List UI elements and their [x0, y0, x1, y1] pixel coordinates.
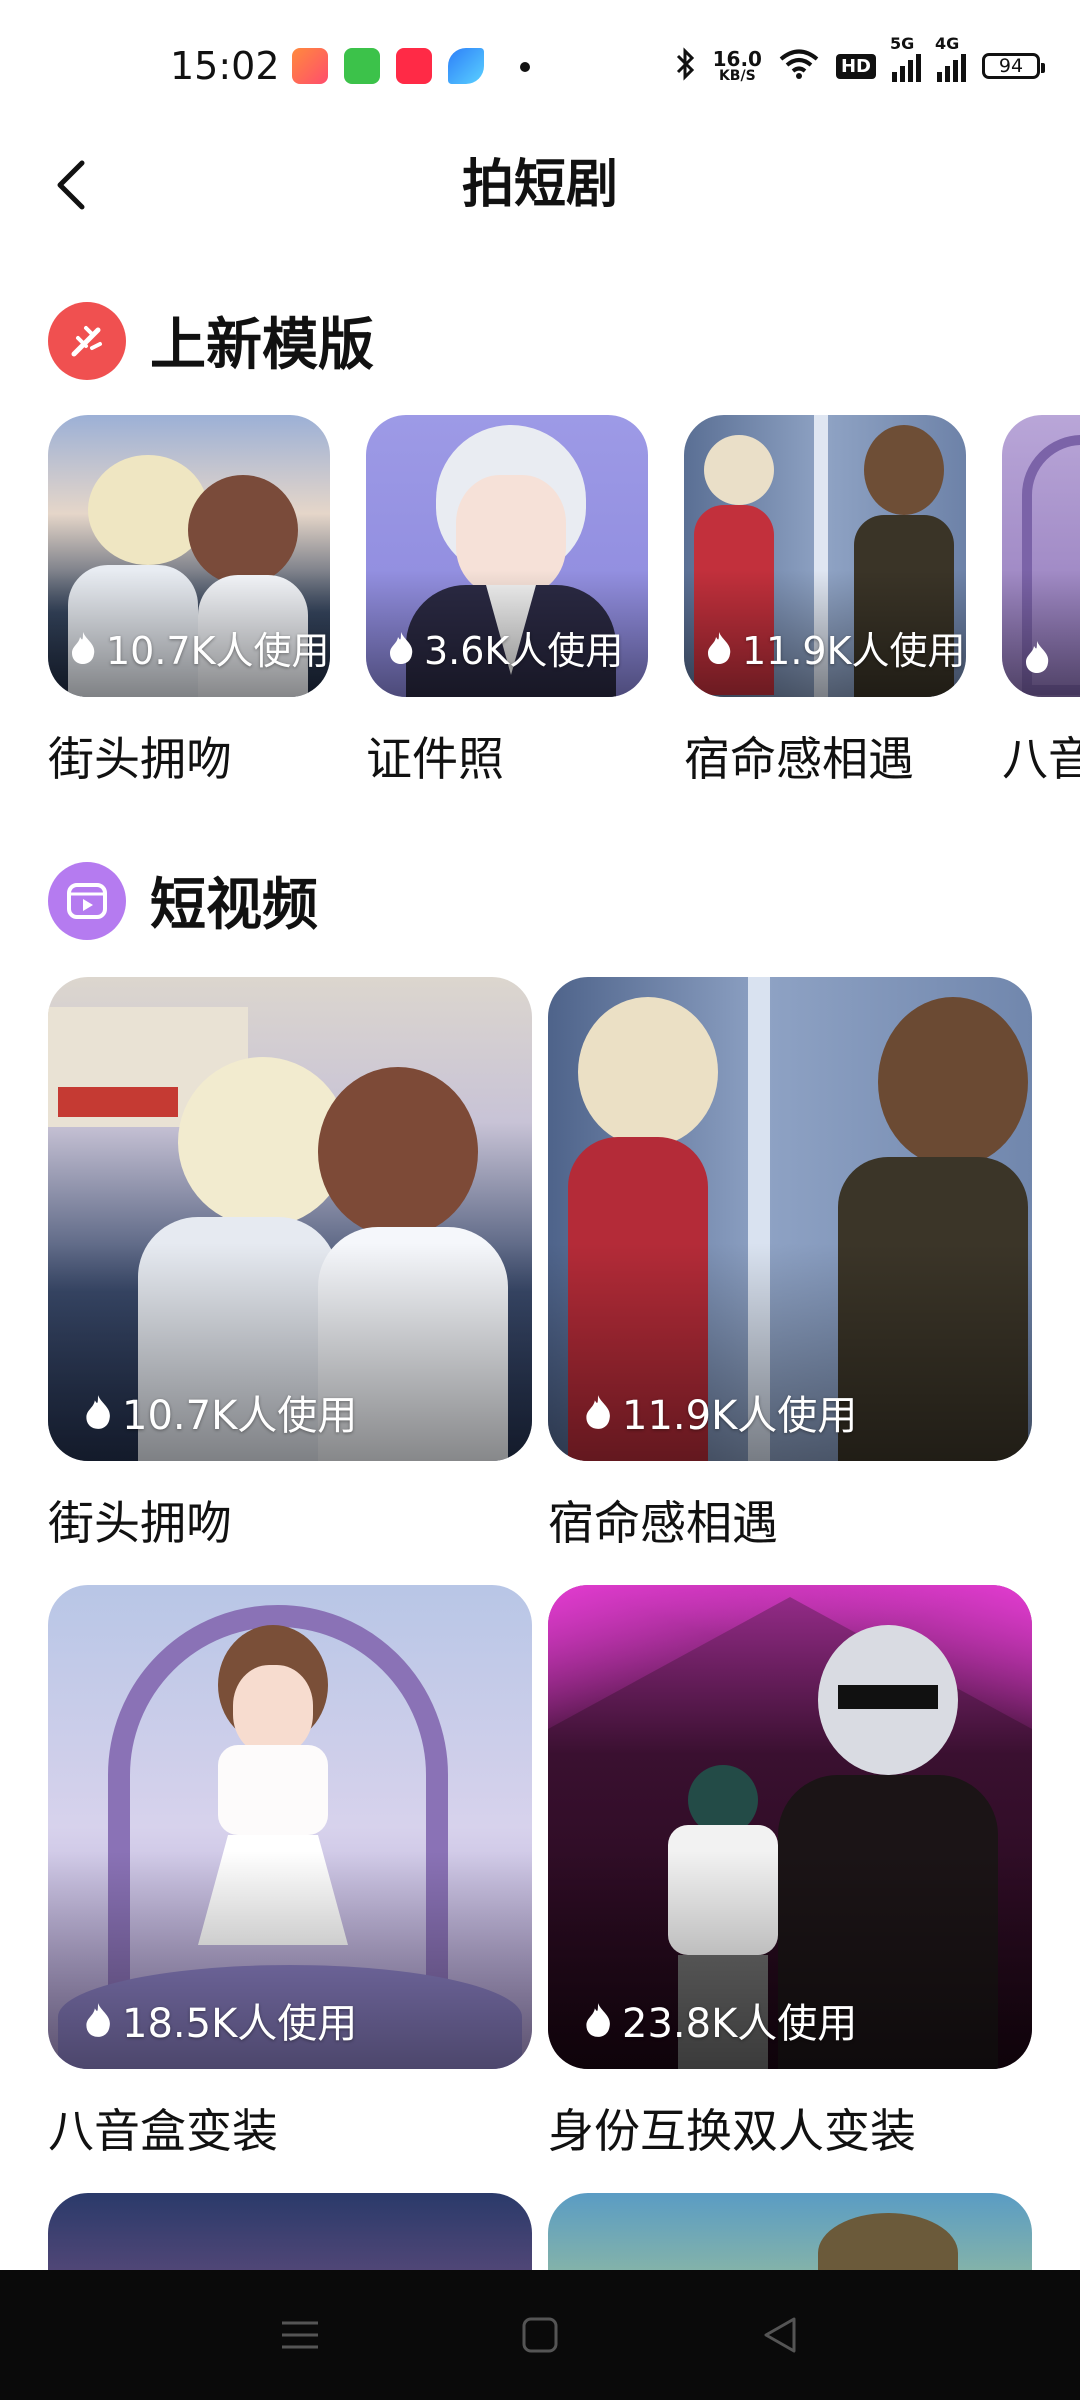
video-thumbnail: 11.9K人使用: [548, 977, 1032, 1461]
short-videos-header: 短视频: [48, 860, 318, 941]
video-thumbnail: 18.5K人使用: [48, 1585, 532, 2069]
video-card[interactable]: 10.7K人使用 街头拥吻: [48, 977, 532, 1553]
flame-icon: [708, 631, 731, 664]
signal-icon-2: 4G: [935, 34, 966, 82]
flame-icon: [86, 2003, 110, 2037]
nav-back-button[interactable]: [740, 2295, 820, 2375]
flame-icon: [1026, 641, 1049, 673]
template-title: 宿命感相遇: [684, 732, 914, 786]
usage-count: 11.9K人使用: [582, 1383, 857, 1441]
usage-count: 10.7K人使用: [68, 620, 330, 675]
signal-icon: 5G: [890, 34, 921, 82]
flame-icon: [72, 631, 95, 664]
video-card[interactable]: 11.9K人使用 宿命感相遇: [548, 977, 1032, 1553]
template-thumbnail: [1002, 415, 1080, 697]
notes-app-icon: [396, 48, 432, 84]
video-title: 身份互换双人变装: [548, 2104, 916, 2158]
flame-icon: [390, 631, 413, 664]
template-thumbnail: 11.9K人使用: [684, 415, 966, 697]
video-title: 街头拥吻: [48, 1496, 232, 1550]
hd-badge: HD: [835, 53, 876, 79]
usage-count: 23.8K人使用: [582, 1991, 857, 2049]
bluetooth-icon: [675, 46, 697, 86]
usage-count: 11.9K人使用: [704, 620, 966, 675]
shopping-app-icon: [292, 48, 328, 84]
menu-button[interactable]: [260, 2295, 340, 2375]
bag-app-icon: [344, 48, 380, 84]
net-speed: 16.0 KB/S: [713, 49, 762, 83]
sim2-label: 4G: [935, 34, 960, 53]
video-title: 八音盒变装: [48, 2104, 278, 2158]
video-thumbnail: 23.8K人使用: [548, 1585, 1032, 2069]
template-card[interactable]: 10.7K人使用 街头拥吻: [48, 415, 330, 789]
video-card[interactable]: 18.5K人使用 八音盒变装: [48, 1585, 532, 2161]
video-icon: [48, 861, 126, 940]
usage-label: 11.9K人使用: [622, 1393, 858, 1439]
chevron-left-icon: [57, 160, 85, 210]
template-title: 八音: [1002, 732, 1080, 786]
flame-icon: [586, 1395, 610, 1429]
flame-icon: [86, 1395, 110, 1429]
usage-count: [1022, 639, 1060, 675]
template-title: 街头拥吻: [48, 732, 232, 786]
usage-label: 23.8K人使用: [622, 2001, 858, 2047]
new-templates-header: 上新模版: [48, 300, 374, 381]
video-card[interactable]: 23.8K人使用 身份互换双人变装: [548, 1585, 1032, 2161]
back-button[interactable]: [40, 150, 100, 220]
status-icons: 16.0 KB/S HD 5G 4G 94: [675, 34, 1045, 88]
status-time: 15:02: [170, 44, 280, 88]
app-header: 拍短剧: [0, 130, 1080, 240]
flame-icon: [586, 2003, 610, 2037]
usage-count: 3.6K人使用: [386, 620, 623, 675]
template-card[interactable]: 八音: [1002, 415, 1080, 789]
template-card[interactable]: 11.9K人使用 宿命感相遇: [684, 415, 966, 789]
template-thumbnail: 3.6K人使用: [366, 415, 648, 697]
new-templates-carousel[interactable]: 10.7K人使用 街头拥吻 3.6K人使用 证件照 11.9K人使用 宿命感相遇…: [48, 415, 1080, 795]
template-thumbnail: 10.7K人使用: [48, 415, 330, 697]
video-thumbnail: 10.7K人使用: [48, 977, 532, 1461]
sparkle-icon: [48, 301, 126, 380]
page-title: 拍短剧: [461, 155, 618, 215]
sim1-label: 5G: [890, 34, 915, 53]
back-triangle-icon: [764, 2317, 796, 2353]
usage-label: 10.7K人使用: [106, 629, 330, 673]
more-notifications-dot: [520, 62, 530, 72]
battery-indicator: 94: [982, 53, 1045, 79]
usage-count: 10.7K人使用: [82, 1383, 357, 1441]
wifi-icon: [778, 48, 820, 85]
net-speed-value: 16.0: [712, 47, 762, 71]
video-title: 宿命感相遇: [548, 1496, 778, 1550]
usage-label: 11.9K人使用: [742, 629, 966, 673]
template-card[interactable]: 3.6K人使用 证件照: [366, 415, 648, 789]
template-title: 证件照: [366, 732, 504, 786]
menu-icon: [282, 2321, 318, 2349]
new-templates-title: 上新模版: [150, 313, 374, 378]
net-speed-unit: KB/S: [718, 68, 756, 84]
status-bar: 15:02 16.0 KB/S HD 5G 4G 94: [0, 0, 1080, 130]
usage-label: 18.5K人使用: [122, 2001, 358, 2047]
usage-count: 18.5K人使用: [82, 1991, 357, 2049]
usage-label: 3.6K人使用: [424, 629, 624, 673]
feather-app-icon: [448, 48, 484, 84]
system-nav-bar: [0, 2270, 1080, 2400]
thumbnail-shade: [1002, 570, 1080, 697]
home-button[interactable]: [500, 2295, 580, 2375]
usage-label: 10.7K人使用: [122, 1393, 358, 1439]
home-square-icon: [522, 2317, 558, 2353]
short-videos-title: 短视频: [150, 873, 318, 938]
